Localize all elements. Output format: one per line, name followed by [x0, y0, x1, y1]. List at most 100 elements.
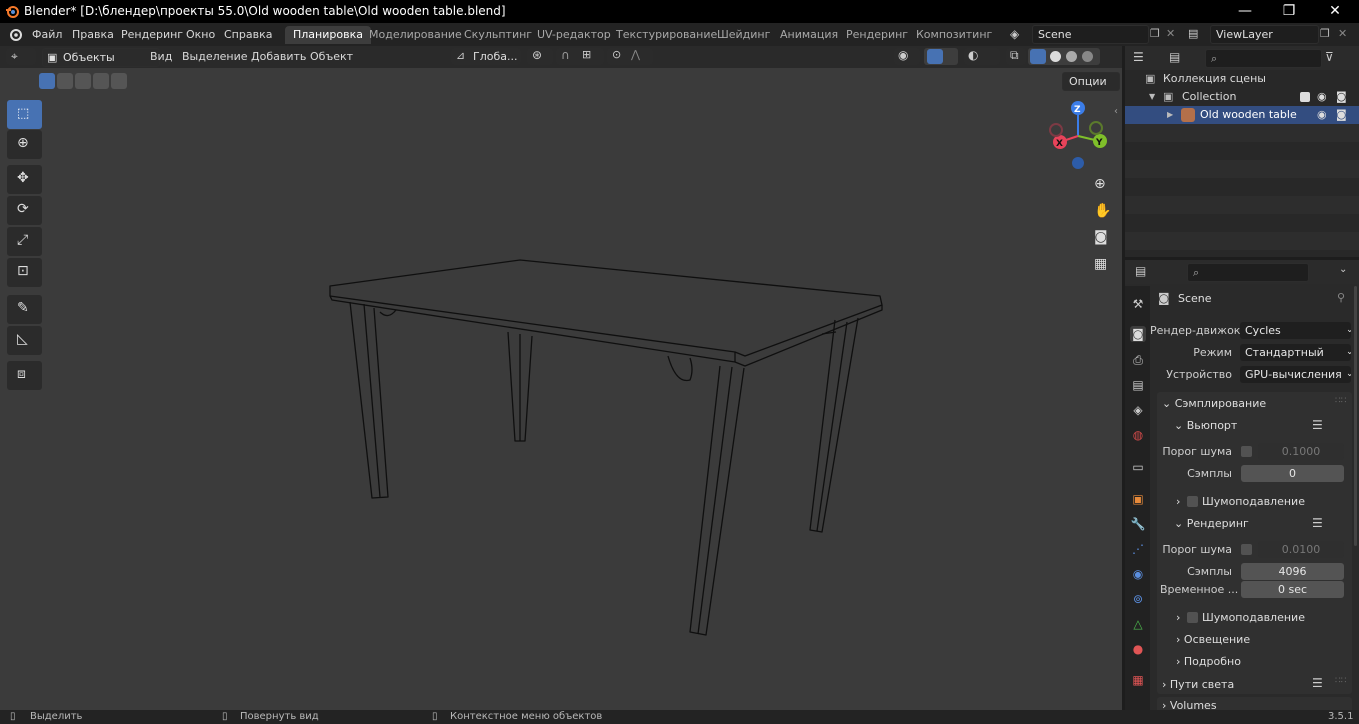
device-select[interactable]: GPU-вычисления ⌄ [1240, 366, 1351, 383]
output-tab-icon[interactable]: ⎙ [1130, 352, 1146, 368]
light-paths-panel[interactable]: › Пути света ☰ ∷∷ [1157, 674, 1352, 694]
transform-orientation-selector[interactable]: ⊿ Глоба... [451, 48, 521, 65]
select-box-tool[interactable]: ⬚ [7, 100, 42, 129]
sampling-header[interactable]: ⌄ Сэмплирование [1162, 397, 1266, 410]
perspective-toggle-icon[interactable]: ▦ [1094, 256, 1107, 272]
render-subpanel-header[interactable]: ⌄ Рендеринг [1174, 517, 1249, 530]
overlays-button[interactable]: ◐ [964, 48, 1000, 65]
scene-icon[interactable]: ◈ [1010, 27, 1019, 41]
hide-eye-icon[interactable]: ◉ [1317, 106, 1327, 124]
transform-tool[interactable]: ⊡ [7, 258, 42, 287]
menu-select[interactable]: Выделение [182, 50, 248, 63]
viewport-subpanel-header[interactable]: ⌄ Вьюпорт [1174, 419, 1237, 432]
material-shading-icon[interactable] [1066, 51, 1077, 62]
filter-icon[interactable]: ⊽ [1325, 50, 1334, 64]
data-tab-icon[interactable]: △ [1130, 616, 1146, 632]
zoom-icon[interactable]: ⊕ [1094, 176, 1106, 192]
viewport-noise-threshold-field[interactable]: 0.1000 [1258, 443, 1344, 460]
properties-editor-type-icon[interactable]: ▤ [1135, 264, 1146, 278]
properties-scrollbar[interactable] [1354, 286, 1357, 546]
tab-shading[interactable]: Шейдинг [709, 26, 778, 44]
tab-compositing[interactable]: Композитинг [908, 26, 1000, 44]
exclude-checkbox-icon[interactable] [1300, 92, 1310, 102]
lights-subpanel[interactable]: › Освещение [1176, 633, 1250, 646]
tool-tab-icon[interactable]: ⚒ [1130, 296, 1146, 312]
menu-view[interactable]: Вид [150, 50, 172, 63]
render-denoise-subpanel[interactable]: › [1176, 611, 1180, 624]
select-intersect-icon[interactable] [111, 73, 127, 89]
tab-modeling[interactable]: Моделирование [361, 26, 470, 44]
move-tool[interactable]: ✥ [7, 165, 42, 194]
render-noise-threshold-field[interactable]: 0.0100 [1258, 541, 1344, 558]
viewport-denoise-checkbox[interactable] [1187, 496, 1198, 507]
properties-search-input[interactable]: ⌕ [1187, 263, 1309, 282]
outliner-row-scene-collection[interactable]: ▣ Коллекция сцены [1125, 70, 1359, 88]
world-tab-icon[interactable]: ◍ [1130, 427, 1146, 443]
volumes-panel[interactable]: › Volumes [1157, 697, 1352, 710]
scene-selector[interactable]: Scene [1032, 25, 1149, 44]
rendered-shading-icon[interactable] [1082, 51, 1093, 62]
mode-selector[interactable]: ▣ Объекты [42, 48, 160, 67]
menu-file[interactable]: Файл [32, 28, 62, 41]
presets-list-icon[interactable]: ☰ [1312, 516, 1323, 530]
outliner-search-input[interactable]: ⌕ [1205, 49, 1322, 68]
xray-button[interactable]: ⧉ [1006, 48, 1026, 65]
tab-sculpting[interactable]: Скульптинг [456, 26, 540, 44]
viewport-samples-field[interactable]: 0 [1241, 465, 1344, 482]
rotate-tool[interactable]: ⟳ [7, 196, 42, 225]
cursor-tool[interactable]: ⊕ [7, 130, 42, 159]
material-tab-icon[interactable]: ● [1130, 641, 1146, 657]
select-mode-buttons[interactable] [38, 73, 127, 90]
texture-tab-icon[interactable]: ▦ [1130, 672, 1146, 688]
options-dropdown[interactable]: Опции [1062, 72, 1120, 91]
select-new-icon[interactable] [39, 73, 55, 89]
select-difference-icon[interactable] [93, 73, 109, 89]
new-scene-icon[interactable]: ❐ [1150, 27, 1160, 40]
feature-set-select[interactable]: Стандартный ⌄ [1240, 344, 1351, 361]
menu-window[interactable]: Окно [186, 28, 215, 41]
expand-arrow-icon[interactable]: ▶ [1167, 106, 1173, 124]
navigation-gizmo[interactable]: Z Y X [1040, 98, 1116, 170]
object-tab-icon[interactable]: ▣ [1130, 491, 1146, 507]
select-subtract-icon[interactable] [75, 73, 91, 89]
menu-add[interactable]: Добавить [251, 50, 306, 63]
blender-menu-icon[interactable] [8, 27, 23, 42]
tab-texture-paint[interactable]: Текстурирование [608, 26, 725, 44]
pin-icon[interactable]: ⚲ [1337, 291, 1345, 304]
collection-tab-icon[interactable]: ▭ [1130, 459, 1146, 475]
menu-edit[interactable]: Правка [72, 28, 114, 41]
minimize-button[interactable]: — [1222, 1, 1268, 21]
maximize-button[interactable]: ❐ [1266, 1, 1312, 21]
view-layer-icon[interactable]: ▤ [1188, 27, 1198, 40]
constraints-tab-icon[interactable]: ⊚ [1130, 591, 1146, 607]
snap-button[interactable]: ∩ ⊞ [556, 48, 604, 65]
modifiers-tab-icon[interactable]: 🔧 [1130, 516, 1146, 532]
render-camera-icon[interactable]: ◙ [1336, 88, 1347, 106]
solid-shading-icon[interactable] [1050, 51, 1061, 62]
camera-view-icon[interactable]: ◙ [1094, 229, 1108, 245]
scale-tool[interactable]: ⤢ [7, 227, 42, 256]
outliner-editor-type-icon[interactable]: ☰ [1133, 50, 1144, 64]
new-view-layer-icon[interactable]: ❐ [1320, 27, 1330, 40]
presets-list-icon[interactable]: ☰ [1312, 676, 1323, 690]
tab-rendering[interactable]: Рендеринг [838, 26, 916, 44]
expand-arrow-icon[interactable]: ▼ [1149, 88, 1155, 106]
time-limit-field[interactable]: 0 sec [1241, 581, 1344, 598]
view-layer-tab-icon[interactable]: ▤ [1130, 377, 1146, 393]
outliner-row-old-wooden-table[interactable]: ▶ Old wooden table ◉ ◙ [1125, 106, 1359, 124]
view-layer-selector[interactable]: ViewLayer [1210, 25, 1319, 44]
physics-tab-icon[interactable]: ◉ [1130, 566, 1146, 582]
add-cube-tool[interactable]: ⧈ [7, 361, 42, 390]
3d-viewport[interactable] [0, 46, 1122, 710]
shading-buttons[interactable] [1028, 48, 1100, 65]
menu-object[interactable]: Объект [310, 50, 353, 63]
sidebar-toggle-icon[interactable]: ‹ [1114, 106, 1118, 117]
measure-tool[interactable]: ◺ [7, 326, 42, 355]
render-engine-select[interactable]: Cycles ⌄ [1240, 322, 1351, 339]
particles-tab-icon[interactable]: ⋰ [1130, 541, 1146, 557]
render-noise-threshold-checkbox[interactable] [1241, 544, 1252, 555]
close-button[interactable]: ✕ [1312, 1, 1358, 21]
tab-animation[interactable]: Анимация [772, 26, 846, 44]
delete-scene-icon[interactable]: ✕ [1166, 27, 1175, 40]
display-mode-icon[interactable]: ▤ [1169, 50, 1180, 64]
